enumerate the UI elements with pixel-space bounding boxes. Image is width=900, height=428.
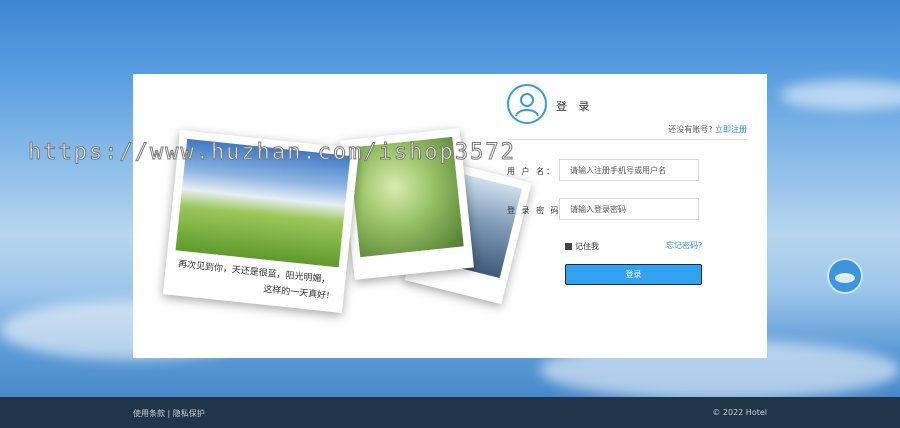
login-title: 登 录 xyxy=(556,100,594,113)
footer-links[interactable]: 使用条款 | 隐私保护 xyxy=(133,408,205,419)
user-icon xyxy=(507,84,547,124)
cloud-decoration xyxy=(780,80,900,110)
password-input[interactable]: 请输入登录密码 xyxy=(559,198,699,220)
watermark-text: https://www.huzhan.com/ishop3572 xyxy=(28,140,516,166)
register-link[interactable]: 立即注册 xyxy=(715,125,747,134)
remember-label: 记住我 xyxy=(575,242,599,251)
no-account-text: 还没有账号? xyxy=(668,125,713,134)
footer: 使用条款 | 隐私保护 © 2022 Hotel xyxy=(0,397,900,428)
register-prompt: 还没有账号? 立即注册 xyxy=(668,124,747,135)
remember-me[interactable]: 记住我 xyxy=(565,241,599,252)
login-card: 再次见到你，天还是很蓝，阳光明媚， 这样的一天真好! 登 录 还没有账号? 立即… xyxy=(133,74,767,358)
username-label: 用 户 名： xyxy=(507,167,557,176)
globe-icon[interactable] xyxy=(827,258,863,294)
username-input[interactable]: 请输入注册手机号或用户名 xyxy=(559,159,699,181)
copyright: © 2022 Hotel xyxy=(712,408,767,417)
divider xyxy=(507,139,747,140)
login-button[interactable]: 登录 xyxy=(565,264,702,285)
forgot-password-link[interactable]: 忘记密码? xyxy=(666,240,702,251)
remember-checkbox[interactable] xyxy=(565,243,572,250)
